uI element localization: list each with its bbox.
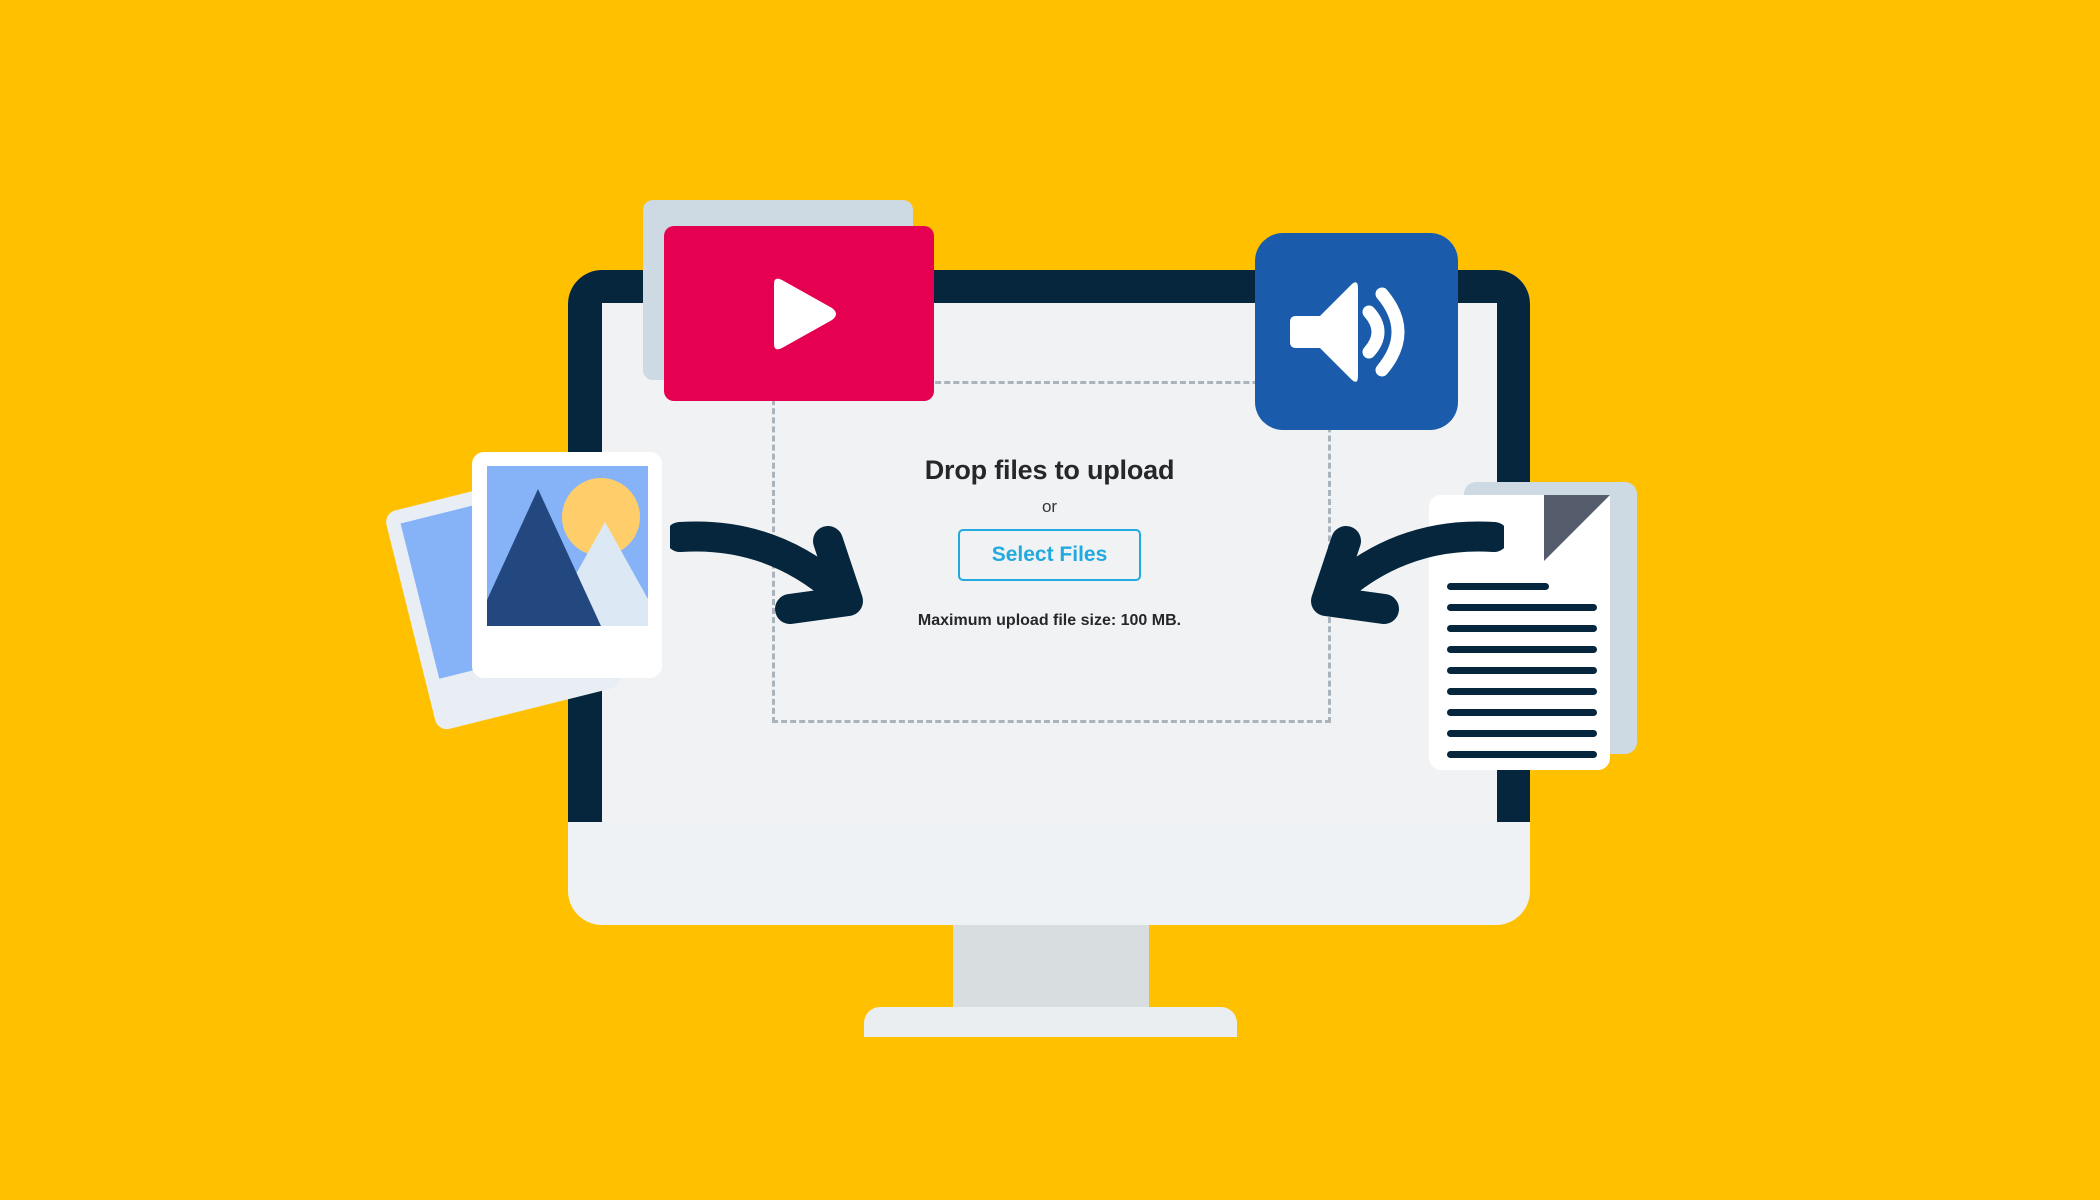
select-files-button[interactable]: Select Files — [957, 529, 1142, 582]
document-line — [1447, 751, 1597, 758]
monitor-base — [864, 1007, 1237, 1037]
monitor-stand — [953, 925, 1149, 1010]
photo-front-image — [487, 466, 648, 626]
document-line — [1447, 688, 1597, 695]
document-line — [1447, 730, 1597, 737]
speaker-icon — [1290, 280, 1418, 389]
or-label: or — [1041, 497, 1058, 516]
mountain-shape — [487, 489, 601, 626]
document-line — [1447, 646, 1597, 653]
page-title: Drop files to upload — [924, 455, 1175, 485]
page-fold-icon — [1544, 495, 1610, 561]
arrow-curve-left-icon — [1294, 517, 1509, 632]
illustration-canvas: Drop files to upload or Select Files Max… — [0, 0, 2100, 1200]
arrow-curve-right-icon — [665, 517, 880, 632]
document-line — [1447, 667, 1597, 674]
document-line — [1447, 709, 1597, 716]
